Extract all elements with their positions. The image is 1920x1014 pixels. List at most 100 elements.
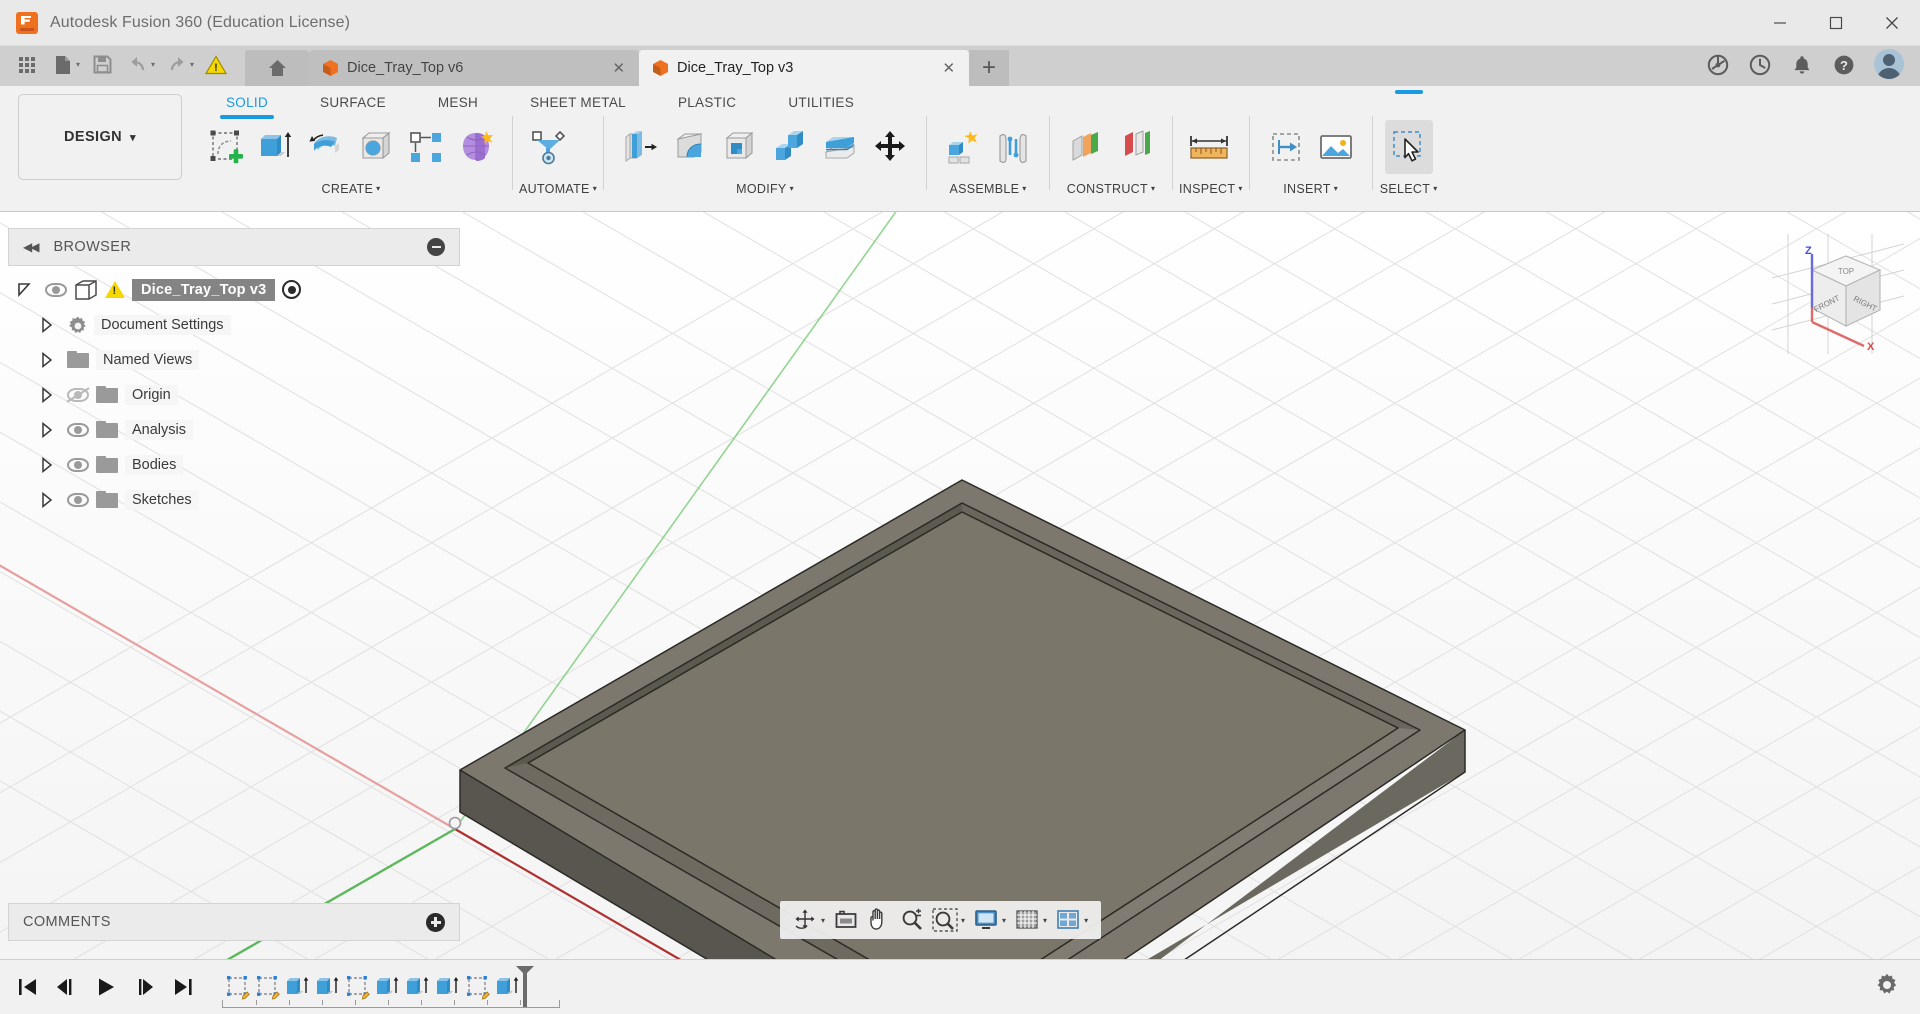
canvas-icon[interactable] xyxy=(1312,120,1360,174)
play-icon[interactable] xyxy=(92,972,120,1002)
document-tab-1[interactable]: Dice_Tray_Top v3 ✕ xyxy=(639,50,969,86)
timeline-extrude-feature-icon[interactable] xyxy=(374,970,402,1004)
expander-icon[interactable] xyxy=(34,317,60,333)
timeline-extrude-feature-icon[interactable] xyxy=(434,970,462,1004)
plane-along-path-icon[interactable] xyxy=(1112,120,1160,174)
3d-viewport[interactable]: ◀◀ BROWSER Dice_Tray_Top v3 xyxy=(0,212,1920,959)
ribbon-tab-solid[interactable]: SOLID xyxy=(200,90,294,119)
visibility-on-icon[interactable] xyxy=(67,423,89,437)
add-comment-icon[interactable] xyxy=(426,913,445,932)
user-avatar[interactable] xyxy=(1874,49,1904,79)
ribbon-tab-mesh[interactable]: MESH xyxy=(412,90,504,119)
collapse-left-icon[interactable]: ◀◀ xyxy=(23,240,37,254)
go-to-beginning-icon[interactable] xyxy=(14,972,42,1002)
home-icon[interactable] xyxy=(245,50,309,86)
ribbon-tab-surface[interactable]: SURFACE xyxy=(294,90,412,119)
minimize-button[interactable] xyxy=(1752,0,1808,46)
ribbon-tab-utilities[interactable]: UTILITIES xyxy=(762,90,880,119)
timeline-extrude-feature-icon[interactable] xyxy=(404,970,432,1004)
new-tab-button[interactable]: + xyxy=(969,50,1009,86)
undo-caret-icon[interactable]: ▾ xyxy=(151,60,155,69)
browser-root-row[interactable]: Dice_Tray_Top v3 xyxy=(12,272,460,307)
step-forward-icon[interactable] xyxy=(131,972,159,1002)
new-document-icon[interactable] xyxy=(46,48,80,82)
new-component-icon[interactable] xyxy=(939,120,987,174)
browser-root-label[interactable]: Dice_Tray_Top v3 xyxy=(132,279,275,301)
save-icon[interactable] xyxy=(85,48,119,82)
visibility-on-icon[interactable] xyxy=(45,283,67,297)
shell-icon[interactable] xyxy=(716,120,764,174)
timeline-extrude-feature-icon[interactable] xyxy=(284,970,312,1004)
timeline-sketch-feature-icon[interactable] xyxy=(224,970,252,1004)
fillet-icon[interactable] xyxy=(666,120,714,174)
chevron-down-icon[interactable]: ▾ xyxy=(1022,184,1026,193)
create-sketch-icon[interactable] xyxy=(202,120,250,174)
hole-icon[interactable] xyxy=(352,120,400,174)
job-status-clock-icon[interactable] xyxy=(1740,46,1780,84)
chevron-down-icon[interactable]: ▾ xyxy=(376,184,380,193)
timeline-sketch-feature-icon[interactable] xyxy=(464,970,492,1004)
step-back-icon[interactable] xyxy=(53,972,81,1002)
browser-item-sketches[interactable]: Sketches xyxy=(12,482,460,517)
insert-derive-icon[interactable] xyxy=(1262,120,1310,174)
ribbon-tab-plastic[interactable]: PLASTIC xyxy=(652,90,762,119)
maximize-button[interactable] xyxy=(1808,0,1864,46)
extensions-icon[interactable] xyxy=(1698,46,1738,84)
view-cube[interactable]: TOP FRONT RIGHT Z X xyxy=(1772,234,1904,354)
automated-modeling-icon[interactable] xyxy=(525,120,573,174)
display-settings-caret-icon[interactable]: ▾ xyxy=(1002,916,1006,925)
press-pull-icon[interactable] xyxy=(616,120,664,174)
rectangular-pattern-icon[interactable] xyxy=(402,120,450,174)
combine-icon[interactable] xyxy=(766,120,814,174)
expander-icon[interactable] xyxy=(34,387,60,403)
viewports-icon[interactable] xyxy=(1053,904,1083,936)
viewports-caret-icon[interactable]: ▾ xyxy=(1084,916,1088,925)
offset-face-icon[interactable] xyxy=(816,120,864,174)
chevron-down-icon[interactable]: ▾ xyxy=(1334,184,1338,193)
chevron-down-icon[interactable]: ▾ xyxy=(593,184,597,193)
create-form-icon[interactable] xyxy=(452,120,500,174)
expander-icon[interactable] xyxy=(34,352,60,368)
visibility-on-icon[interactable] xyxy=(67,458,89,472)
new-document-caret-icon[interactable]: ▾ xyxy=(76,60,80,69)
browser-item-analysis[interactable]: Analysis xyxy=(12,412,460,447)
orbit-caret-icon[interactable]: ▾ xyxy=(821,916,825,925)
revolve-icon[interactable] xyxy=(302,120,350,174)
redo-caret-icon[interactable]: ▾ xyxy=(190,60,194,69)
browser-item-named-views[interactable]: Named Views xyxy=(12,342,460,377)
close-button[interactable] xyxy=(1864,0,1920,46)
notifications-bell-icon[interactable] xyxy=(1782,46,1822,84)
browser-item-bodies[interactable]: Bodies xyxy=(12,447,460,482)
look-at-icon[interactable] xyxy=(831,904,861,936)
out-of-date-warning-icon[interactable] xyxy=(105,281,125,298)
document-tab-close-button[interactable]: ✕ xyxy=(594,59,625,77)
undo-icon[interactable] xyxy=(121,48,155,82)
timeline-sketch-feature-icon[interactable] xyxy=(254,970,282,1004)
comments-panel[interactable]: COMMENTS xyxy=(8,903,460,941)
visibility-off-icon[interactable] xyxy=(67,388,89,402)
fit-caret-icon[interactable]: ▾ xyxy=(961,916,965,925)
chevron-down-icon[interactable]: ▾ xyxy=(1151,184,1155,193)
fit-icon[interactable] xyxy=(930,904,960,936)
timeline-settings-gear-icon[interactable] xyxy=(1874,972,1900,1003)
help-icon[interactable]: ? xyxy=(1824,46,1864,84)
activate-component-radio-icon[interactable] xyxy=(282,280,301,299)
expander-icon[interactable] xyxy=(12,283,38,297)
select-cursor-icon[interactable] xyxy=(1385,120,1433,174)
expander-icon[interactable] xyxy=(34,492,60,508)
measure-icon[interactable] xyxy=(1185,120,1233,174)
go-to-end-icon[interactable] xyxy=(170,972,198,1002)
display-settings-icon[interactable] xyxy=(971,904,1001,936)
pan-icon[interactable] xyxy=(864,904,894,936)
visibility-on-icon[interactable] xyxy=(67,493,89,507)
timeline-sketch-feature-icon[interactable] xyxy=(344,970,372,1004)
extrude-icon[interactable] xyxy=(252,120,300,174)
browser-item-origin[interactable]: Origin xyxy=(12,377,460,412)
expander-icon[interactable] xyxy=(34,457,60,473)
joint-icon[interactable] xyxy=(989,120,1037,174)
timeline-extrude-feature-icon[interactable] xyxy=(314,970,342,1004)
minimize-panel-icon[interactable] xyxy=(427,238,445,256)
chevron-down-icon[interactable]: ▾ xyxy=(790,184,794,193)
expander-icon[interactable] xyxy=(34,422,60,438)
workspace-switcher[interactable]: DESIGN ▾ xyxy=(18,94,182,180)
